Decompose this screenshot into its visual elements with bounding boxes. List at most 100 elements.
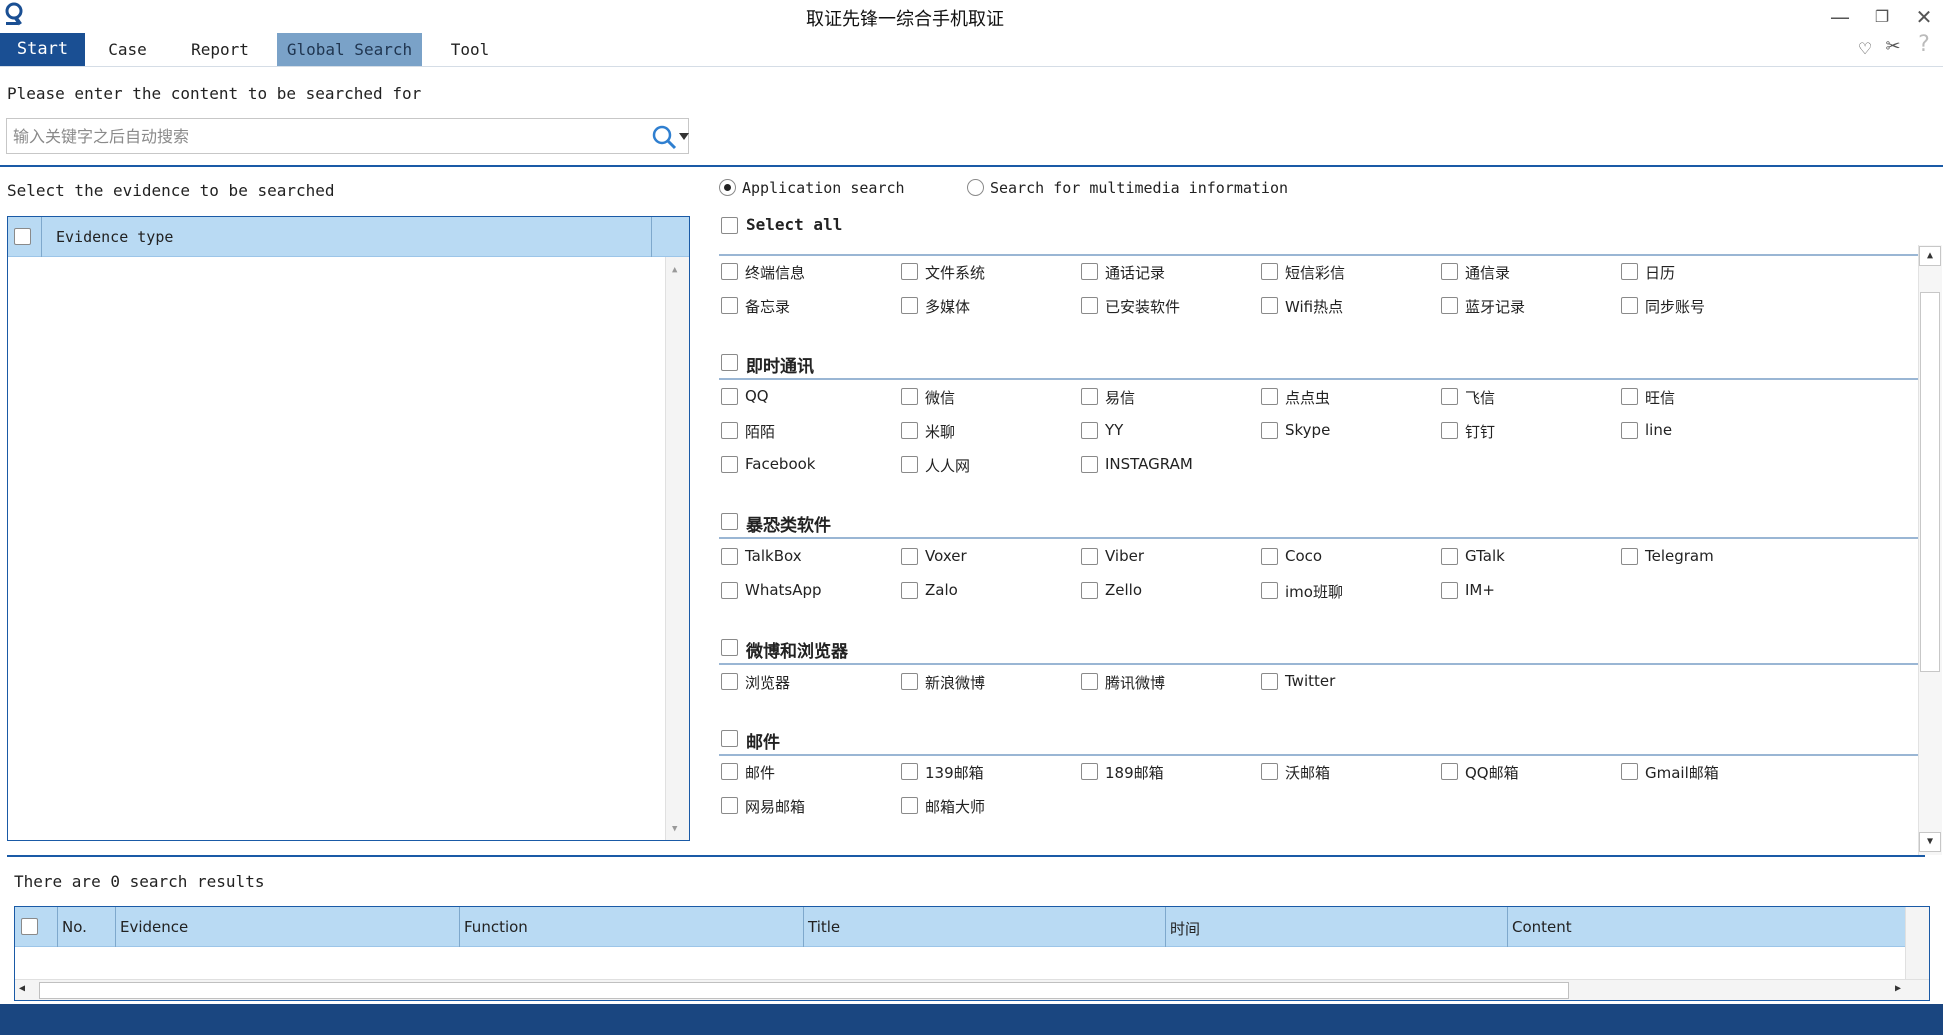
app-option-checkbox[interactable] [1441,548,1458,565]
multimedia-search-radio[interactable] [967,179,984,196]
terror-category-checkbox[interactable] [721,513,738,530]
app-option-checkbox[interactable] [901,388,918,405]
app-option-label[interactable]: 已安装软件 [1105,296,1180,317]
app-option-label[interactable]: 日历 [1645,262,1675,283]
app-option-checkbox[interactable] [1081,263,1098,280]
app-option-label[interactable]: 通信录 [1465,262,1510,283]
app-option-checkbox[interactable] [1621,388,1638,405]
app-option-label[interactable]: 文件系统 [925,262,985,283]
app-option-label[interactable]: QQ [745,387,769,405]
app-option-checkbox[interactable] [901,673,918,690]
app-option-checkbox[interactable] [901,763,918,780]
app-option-label[interactable]: Skype [1285,421,1330,439]
close-icon[interactable]: ✕ [1911,4,1937,30]
tab-start[interactable]: Start [0,33,85,66]
help-icon[interactable]: ? [1911,32,1937,58]
app-option-label[interactable]: 陌陌 [745,421,775,442]
app-option-checkbox[interactable] [721,582,738,599]
tab-global-search[interactable]: Global Search [277,33,422,66]
app-option-label[interactable]: 浏览器 [745,672,790,693]
results-col-content[interactable]: Content [1512,918,1572,936]
app-option-label[interactable]: Wifi热点 [1285,296,1343,317]
app-option-label[interactable]: 蓝牙记录 [1465,296,1525,317]
app-option-label[interactable]: 网易邮箱 [745,796,805,817]
scroll-up-icon[interactable]: ▲ [672,265,677,275]
app-option-checkbox[interactable] [1261,673,1278,690]
app-option-label[interactable]: 旺信 [1645,387,1675,408]
app-option-checkbox[interactable] [1261,263,1278,280]
scroll-up-button[interactable]: ▲ [1919,246,1941,266]
app-option-label[interactable]: TalkBox [745,547,802,565]
results-col-function[interactable]: Function [464,918,528,936]
app-option-label[interactable]: YY [1105,421,1123,439]
app-option-label[interactable]: 邮箱大师 [925,796,985,817]
tab-case[interactable]: Case [95,33,160,66]
app-option-label[interactable]: Viber [1105,547,1144,565]
app-option-checkbox[interactable] [1081,456,1098,473]
app-option-label[interactable]: 易信 [1105,387,1135,408]
app-option-checkbox[interactable] [1261,548,1278,565]
app-option-label[interactable]: 189邮箱 [1105,762,1164,783]
app-option-label[interactable]: 多媒体 [925,296,970,317]
app-option-label[interactable]: 新浪微博 [925,672,985,693]
app-option-checkbox[interactable] [901,422,918,439]
app-option-checkbox[interactable] [721,548,738,565]
app-option-checkbox[interactable] [721,388,738,405]
results-hscroll-thumb[interactable] [39,982,1569,999]
app-option-checkbox[interactable] [1261,763,1278,780]
app-option-label[interactable]: 通话记录 [1105,262,1165,283]
app-option-label[interactable]: QQ邮箱 [1465,762,1519,783]
app-option-label[interactable]: Telegram [1645,547,1714,565]
app-option-checkbox[interactable] [1081,388,1098,405]
app-option-checkbox[interactable] [1081,582,1098,599]
app-option-checkbox[interactable] [901,297,918,314]
app-option-checkbox[interactable] [1261,388,1278,405]
app-option-checkbox[interactable] [1081,763,1098,780]
app-option-checkbox[interactable] [1441,263,1458,280]
app-option-label[interactable]: 微信 [925,387,955,408]
scroll-down-icon[interactable]: ▼ [672,824,677,834]
app-option-label[interactable]: imo班聊 [1285,581,1343,602]
results-select-all-checkbox[interactable] [21,918,38,935]
app-option-checkbox[interactable] [1441,297,1458,314]
app-option-label[interactable]: 点点虫 [1285,387,1330,408]
app-option-checkbox[interactable] [721,263,738,280]
app-option-checkbox[interactable] [901,456,918,473]
app-option-label[interactable]: 邮件 [745,762,775,783]
scissors-icon[interactable]: ✂ [1880,34,1906,60]
evidence-select-all-checkbox[interactable] [14,228,31,245]
app-list-scroll-thumb[interactable] [1920,292,1940,672]
mail-category-checkbox[interactable] [721,730,738,747]
app-option-checkbox[interactable] [721,763,738,780]
app-option-label[interactable]: 米聊 [925,421,955,442]
app-option-label[interactable]: Zello [1105,581,1142,599]
app-option-checkbox[interactable] [1081,548,1098,565]
app-option-checkbox[interactable] [1441,763,1458,780]
weibo-category-checkbox[interactable] [721,639,738,656]
tab-report[interactable]: Report [180,33,260,66]
app-option-label[interactable]: WhatsApp [745,581,822,599]
app-option-label[interactable]: IM+ [1465,581,1495,599]
app-option-label[interactable]: 短信彩信 [1285,262,1345,283]
app-option-checkbox[interactable] [901,263,918,280]
app-option-label[interactable]: Zalo [925,581,958,599]
heart-icon[interactable]: ♡ [1852,36,1878,62]
app-option-checkbox[interactable] [1261,582,1278,599]
app-option-checkbox[interactable] [901,548,918,565]
results-col-no[interactable]: No. [62,918,87,936]
search-input[interactable] [13,119,633,153]
app-option-checkbox[interactable] [721,297,738,314]
app-option-label[interactable]: 沃邮箱 [1285,762,1330,783]
app-option-checkbox[interactable] [721,456,738,473]
app-option-checkbox[interactable] [1261,297,1278,314]
multimedia-search-label[interactable]: Search for multimedia information [990,179,1288,197]
app-option-label[interactable]: INSTAGRAM [1105,455,1193,473]
app-option-label[interactable]: Coco [1285,547,1322,565]
app-option-checkbox[interactable] [1441,388,1458,405]
app-option-label[interactable]: 备忘录 [745,296,790,317]
im-category-checkbox[interactable] [721,354,738,371]
search-icon[interactable] [651,124,677,150]
app-option-checkbox[interactable] [901,797,918,814]
app-option-label[interactable]: 139邮箱 [925,762,984,783]
app-option-label[interactable]: GTalk [1465,547,1505,565]
